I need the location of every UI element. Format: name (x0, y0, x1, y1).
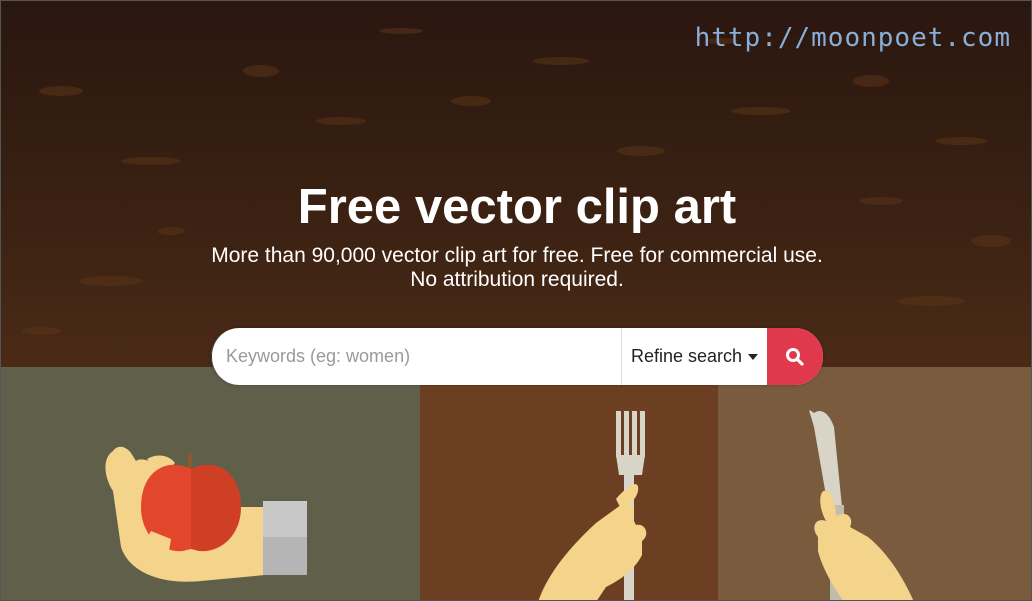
search-bar: Refine search (211, 328, 823, 385)
hero-section: http://moonpoet.com Free vector clip art… (0, 0, 1032, 601)
refine-search-label: Refine search (630, 346, 743, 366)
hand-knife-illustration (809, 410, 914, 600)
hand-fork-illustration (538, 411, 647, 600)
hand-apple-illustration (105, 446, 307, 582)
hero-subtitle-line-1: More than 90,000 vector clip art for fre… (211, 244, 823, 267)
refine-search-dropdown[interactable]: Refine search (621, 328, 767, 385)
watermark-url: http://moonpoet.com (694, 23, 1011, 53)
caret-down-icon (748, 353, 759, 360)
search-icon (786, 347, 804, 366)
hero-subtitle: More than 90,000 vector clip art for fre… (1, 244, 1031, 292)
search-input[interactable] (211, 328, 621, 385)
search-button[interactable] (767, 328, 823, 385)
hero-title: Free vector clip art (297, 180, 737, 234)
hero-subtitle-line-2: No attribution required. (410, 268, 624, 291)
